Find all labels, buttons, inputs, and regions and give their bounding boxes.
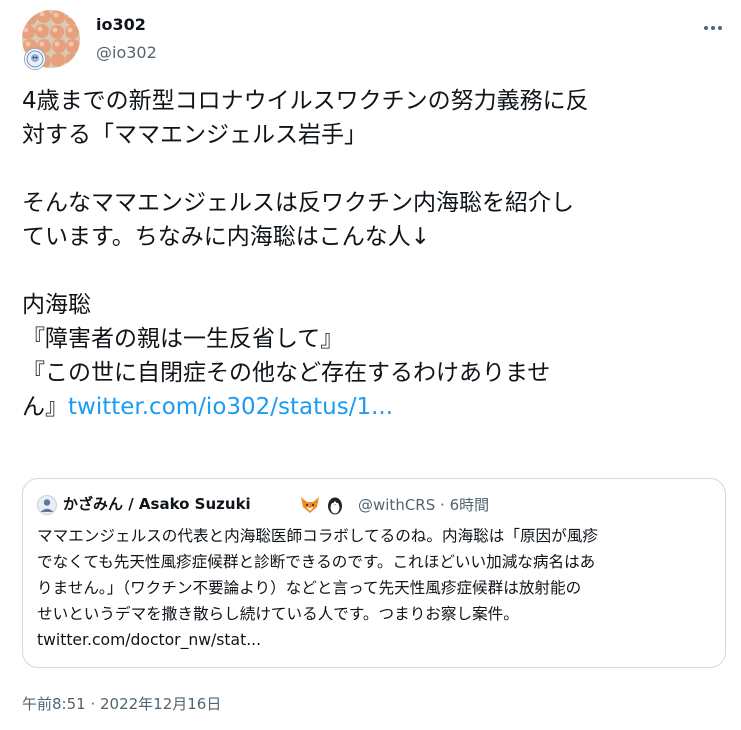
quote-meta: @withCRS · 6時間 bbox=[358, 495, 489, 515]
tweet-line: 『この世に自閉症その他など存在するわけありませ bbox=[22, 360, 551, 386]
quote-separator: · bbox=[440, 496, 445, 514]
quote-text: ママエンジェルスの代表と内海聡医師コラボしてるのね。内海聡は「原因が風疹 でなく… bbox=[37, 523, 717, 653]
quote-time: 6時間 bbox=[449, 496, 490, 514]
tweet-text: 4歳までの新型コロナウイルスワクチンの努力義務に反 対する「ママエンジェルス岩手… bbox=[22, 84, 722, 424]
tweet-line: 『障害者の親は一生反省して』 bbox=[22, 326, 344, 352]
tweet-timestamp[interactable]: 午前8:51 · 2022年12月16日 bbox=[22, 694, 221, 714]
author-handle[interactable]: @io302 bbox=[96, 43, 157, 63]
tweet-line: そんなママエンジェルスは反ワクチン内海聡を紹介し bbox=[22, 190, 574, 216]
penguin-icon bbox=[324, 495, 346, 515]
tweet-line: 4歳までの新型コロナウイルスワクチンの努力義務に反 bbox=[22, 88, 589, 114]
quote-line: りません。」（ワクチン不要論より）などと言って先天性風疹症候群は放射能の bbox=[37, 579, 582, 597]
quote-handle: @withCRS bbox=[358, 496, 436, 514]
tweet-line: 対する「ママエンジェルス岩手」 bbox=[22, 122, 367, 148]
quote-line: せいというデマを撒き散らし続けている人です。つまりお察し案件。 bbox=[37, 605, 519, 623]
quoted-tweet[interactable]: かざみん / Asako Suzuki @withCRS · 6時間 ママエンジ… bbox=[22, 478, 726, 668]
author-display-name[interactable]: io302 bbox=[96, 15, 146, 35]
tweet-last-line-text: ん』 bbox=[22, 394, 68, 420]
tweet-status-link[interactable]: twitter.com/io302/status/1... bbox=[68, 394, 393, 420]
more-button[interactable] bbox=[699, 14, 727, 42]
quote-line: ママエンジェルスの代表と内海聡医師コラボしてるのね。内海聡は「原因が風疹 bbox=[37, 527, 598, 545]
tweet-line: 内海聡 bbox=[22, 292, 91, 318]
tweet-line: ています。ちなみに内海聡はこんな人↓ bbox=[22, 224, 430, 250]
more-horizontal-icon bbox=[704, 26, 722, 30]
quote-link[interactable]: twitter.com/doctor_nw/stat... bbox=[37, 627, 717, 653]
tweet-last-line: ん』twitter.com/io302/status/1... bbox=[22, 390, 722, 424]
fox-icon bbox=[299, 495, 321, 515]
quote-line: でなくても先天性風疹症候群と診断できるのです。これほどいい加減な病名はあ bbox=[37, 553, 596, 571]
quote-display-name: かざみん / Asako Suzuki bbox=[63, 495, 251, 513]
avatar-badge-icon bbox=[24, 48, 46, 70]
quote-avatar bbox=[37, 495, 57, 515]
tweet: io302 @io302 4歳までの新型コロナウイルスワクチンの努力義務に反 対… bbox=[0, 0, 741, 730]
